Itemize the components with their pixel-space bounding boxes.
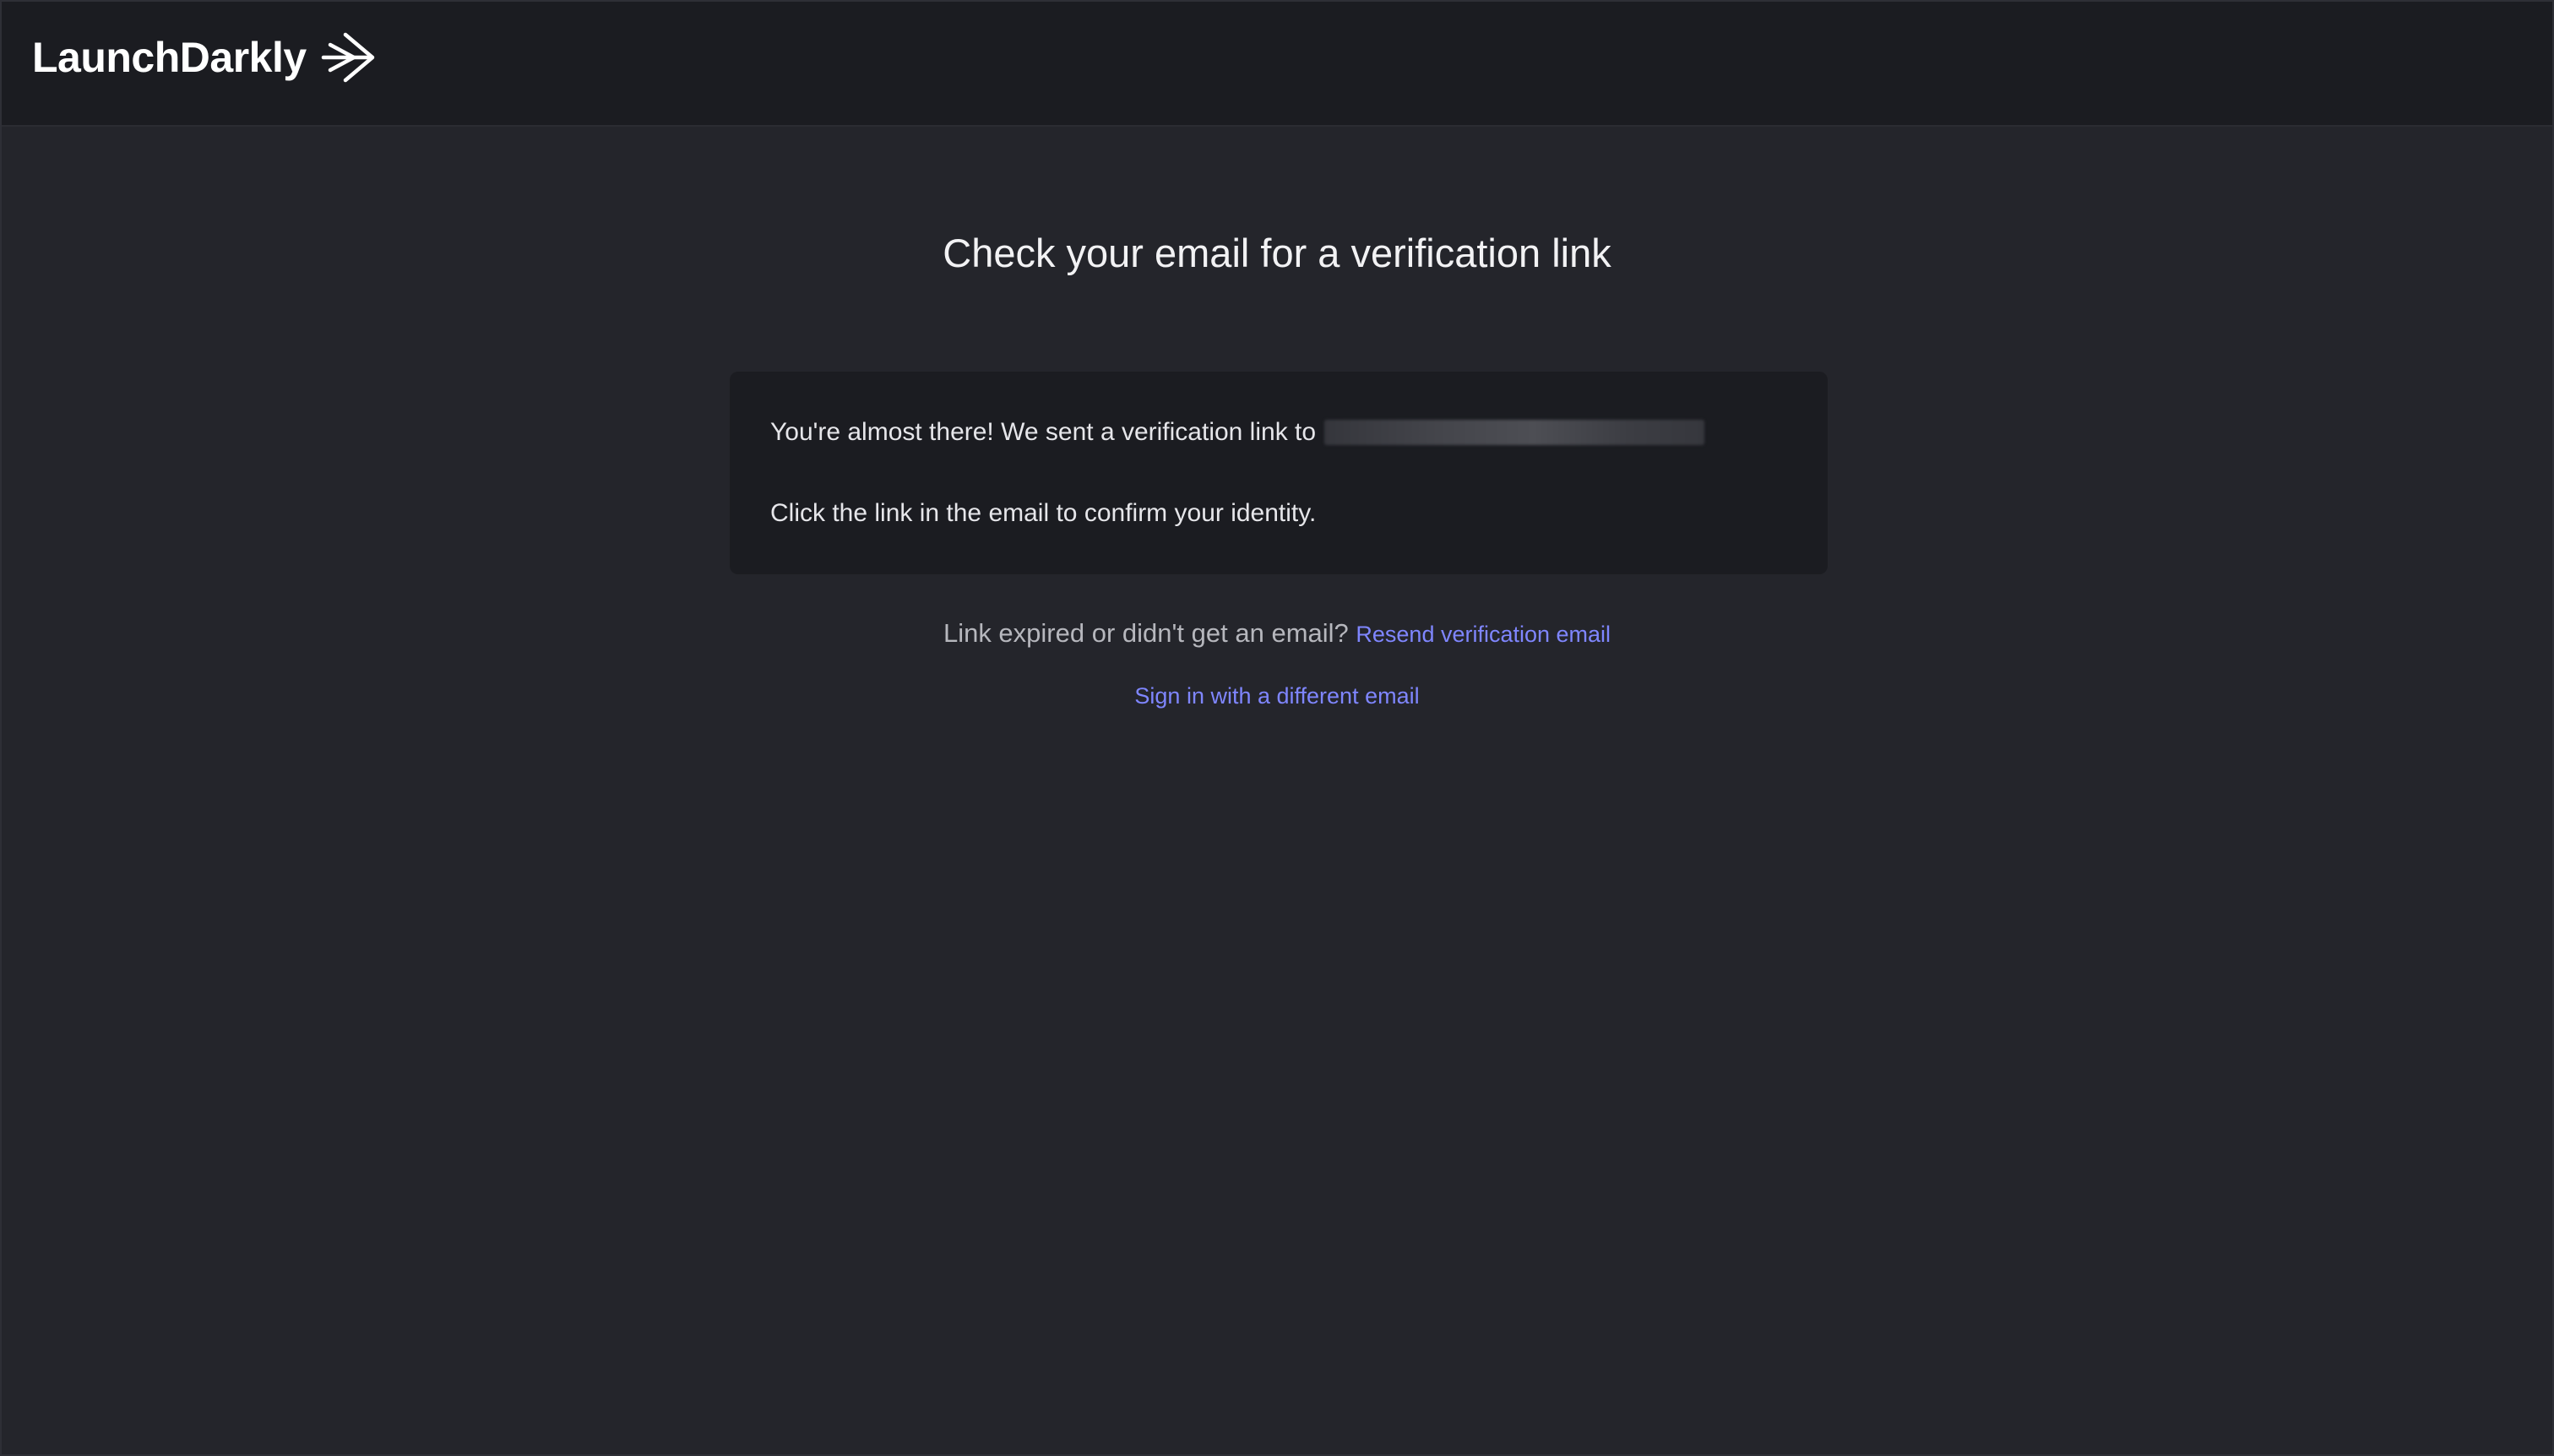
sign-in-different-email-link[interactable]: Sign in with a different email — [1134, 683, 1419, 709]
page-title: Check your email for a verification link — [943, 231, 1611, 275]
verification-message-card: You're almost there! We sent a verificat… — [730, 372, 1828, 574]
resend-verification-link[interactable]: Resend verification email — [1356, 622, 1611, 647]
launchdarkly-logo[interactable]: LaunchDarkly — [32, 30, 376, 84]
sent-message-text: You're almost there! We sent a verificat… — [770, 418, 1317, 446]
resend-prompt: Link expired or didn't get an email? — [943, 618, 1356, 648]
brand-name: LaunchDarkly — [32, 34, 307, 81]
resend-row: Link expired or didn't get an email? Res… — [2, 617, 2552, 655]
verification-page: LaunchDarkly Check your email for a veri… — [0, 0, 2554, 1456]
top-bar: LaunchDarkly — [2, 2, 2552, 127]
different-email-row: Sign in with a different email — [2, 679, 2552, 717]
sent-message: You're almost there! We sent a verificat… — [770, 416, 1705, 449]
redacted-email-address — [1324, 420, 1705, 445]
launchdarkly-arrow-icon — [321, 32, 374, 83]
confirm-instruction: Click the link in the email to confirm y… — [770, 499, 1317, 527]
